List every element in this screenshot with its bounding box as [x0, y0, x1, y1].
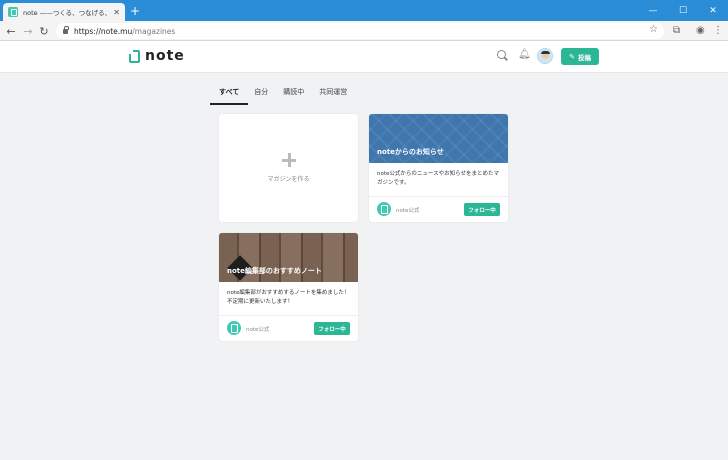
tab-mine[interactable]: 自分: [254, 87, 268, 105]
author-avatar-icon[interactable]: [227, 321, 241, 335]
create-magazine-card[interactable]: マガジンを作る: [219, 114, 358, 222]
close-tab-icon[interactable]: ✕: [113, 8, 120, 17]
browser-titlebar: note ——つくる、つなげる、とどける。 ✕ + — ☐ ✕: [0, 0, 728, 21]
post-button[interactable]: ✎ 投稿: [561, 48, 599, 65]
minimize-button[interactable]: —: [638, 0, 668, 21]
address-bar[interactable]: https://note.mu/magazines ☆: [56, 23, 664, 39]
browser-tab[interactable]: note ——つくる、つなげる、とどける。 ✕: [3, 3, 125, 21]
browser-toolbar: ← → ↻ https://note.mu/magazines ☆ ⧉ ◉ ⋮: [0, 21, 728, 41]
magazine-cover: note編集部のおすすめノート: [219, 233, 358, 282]
pencil-icon: ✎: [569, 52, 575, 61]
magazine-author[interactable]: note公式: [396, 206, 419, 214]
back-button[interactable]: ←: [4, 24, 18, 38]
magazine-cover: noteからのお知らせ: [369, 114, 508, 163]
profile-icon[interactable]: ◉: [696, 24, 705, 38]
magazine-description: note公式からのニュースやお知らせをまとめたマガジンです。: [377, 171, 500, 186]
window-close-button[interactable]: ✕: [698, 0, 728, 21]
follow-button[interactable]: フォロー中: [314, 322, 350, 335]
new-tab-button[interactable]: +: [130, 4, 140, 18]
post-button-label: 投稿: [577, 53, 591, 62]
logo-text: note: [145, 48, 185, 64]
note-logo-icon: [129, 49, 140, 63]
magazine-card[interactable]: noteからのお知らせ note公式からのニュースやお知らせをまとめたマガジンで…: [369, 114, 508, 222]
note-favicon-icon: [8, 7, 18, 17]
magazine-title: note編集部のおすすめノート: [227, 267, 322, 275]
magazine-card[interactable]: note編集部のおすすめノート note編集部がおすすめするノートを集めました！…: [219, 233, 358, 341]
magazine-description: note編集部がおすすめするノートを集めました！不定期に更新いたします！: [227, 290, 350, 305]
create-magazine-label: マガジンを作る: [267, 176, 310, 183]
site-header: note 🔔︎ ✎ 投稿: [0, 41, 728, 73]
bell-icon[interactable]: 🔔︎: [518, 49, 531, 61]
plus-icon: [281, 153, 296, 167]
magazine-footer: note公式 フォロー中: [369, 196, 508, 222]
note-logo[interactable]: note: [129, 48, 185, 64]
tab-shared[interactable]: 共同運営: [319, 87, 347, 105]
magazine-tabs: すべて 自分 購読中 共同運営: [209, 87, 362, 105]
follow-button[interactable]: フォロー中: [464, 203, 500, 216]
reload-button[interactable]: ↻: [37, 24, 51, 38]
maximize-button[interactable]: ☐: [668, 0, 698, 21]
author-avatar-icon[interactable]: [377, 202, 391, 216]
extension-icon[interactable]: ⧉: [673, 24, 680, 38]
menu-icon[interactable]: ⋮: [713, 24, 723, 38]
tab-subscribed[interactable]: 購読中: [283, 87, 304, 105]
magazine-footer: note公式 フォロー中: [219, 315, 358, 341]
page-content: note 🔔︎ ✎ 投稿 すべて 自分 購読中 共同運営 マガジンを作る not…: [0, 41, 728, 459]
magazine-title: noteからのお知らせ: [377, 148, 444, 156]
lock-icon: [63, 25, 69, 34]
forward-button[interactable]: →: [21, 24, 35, 38]
avatar[interactable]: [537, 48, 553, 64]
url-host: https://note.mu: [74, 26, 133, 36]
bookmark-star-icon[interactable]: ☆: [649, 24, 658, 35]
url-path: /magazines: [132, 26, 176, 36]
magazine-author[interactable]: note公式: [246, 325, 269, 333]
search-icon[interactable]: [497, 50, 506, 59]
tab-title: note ——つくる、つなげる、とどける。: [23, 9, 109, 17]
tab-all[interactable]: すべて: [209, 87, 249, 105]
